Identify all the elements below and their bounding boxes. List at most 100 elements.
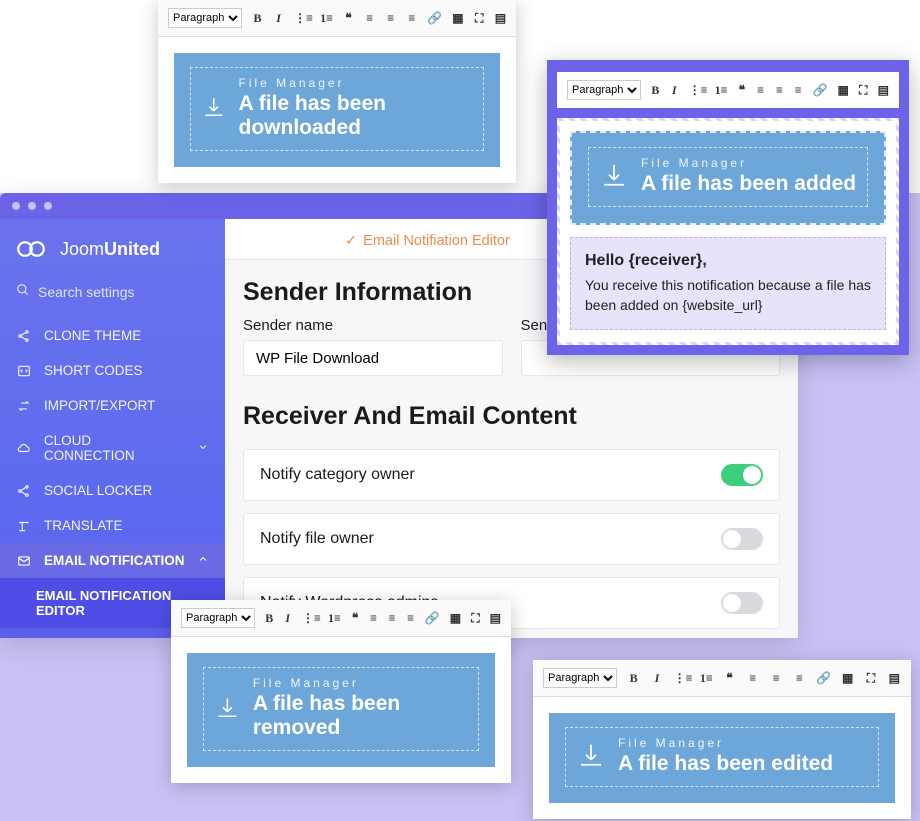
sidebar-item-social-locker[interactable]: SOCIAL LOCKER <box>0 473 225 508</box>
window-dot <box>44 202 52 210</box>
bold-icon[interactable]: B <box>651 83 660 98</box>
format-select[interactable]: Paragraph <box>543 668 617 688</box>
option-notify-cat-owner: Notify category owner <box>243 449 780 501</box>
bold-icon[interactable]: B <box>265 611 274 626</box>
align-center-icon[interactable]: ≡ <box>769 671 782 686</box>
italic-icon[interactable]: I <box>670 83 679 98</box>
align-left-icon[interactable]: ≡ <box>364 11 375 26</box>
toggle-notify-file-owner[interactable] <box>721 528 763 550</box>
option-notify-file-owner: Notify file owner <box>243 513 780 565</box>
email-headline: A file has been edited <box>618 752 833 776</box>
align-left-icon[interactable]: ≡ <box>746 671 759 686</box>
tab-label: Email Notifiation Editor <box>363 233 510 249</box>
image-icon[interactable]: ▦ <box>841 671 854 686</box>
email-card: File Manager A file has been edited <box>547 711 897 805</box>
bold-icon[interactable]: B <box>252 11 263 26</box>
quote-icon[interactable]: ❝ <box>343 11 354 26</box>
image-icon[interactable]: ▦ <box>837 83 848 98</box>
cloud-icon <box>16 441 32 455</box>
sidebar-item-cloud-connection[interactable]: CLOUD CONNECTION <box>0 423 225 473</box>
quote-icon[interactable]: ❝ <box>723 671 736 686</box>
file-manager-label: File Manager <box>253 676 468 690</box>
sidebar: JoomUnited Search settings CLONE THEME SH… <box>0 219 225 638</box>
sidebar-search[interactable]: Search settings <box>0 275 225 312</box>
number-list-icon[interactable]: 1≡ <box>320 11 333 26</box>
format-select[interactable]: Paragraph <box>567 80 641 100</box>
window-dot <box>28 202 36 210</box>
align-left-icon[interactable]: ≡ <box>756 83 765 98</box>
editor-toolbar: Paragraph BI ⋮≡ 1≡ ❝ ≡ ≡ ≡ 🔗 ▦ ⛶ ▤ <box>158 0 516 37</box>
bullet-list-icon[interactable]: ⋮≡ <box>674 671 690 686</box>
align-center-icon[interactable]: ≡ <box>388 611 397 626</box>
align-right-icon[interactable]: ≡ <box>794 83 803 98</box>
format-select[interactable]: Paragraph <box>168 8 242 28</box>
align-center-icon[interactable]: ≡ <box>775 83 784 98</box>
link-icon[interactable]: 🔗 <box>816 671 831 686</box>
italic-icon[interactable]: I <box>284 611 293 626</box>
editor-downloaded: ParagraphBI⋮≡1≡❝≡≡≡🔗▦⛶▤ File Manager A f… <box>158 0 516 183</box>
quote-icon[interactable]: ❝ <box>737 83 746 98</box>
link-icon[interactable]: 🔗 <box>813 83 828 98</box>
align-left-icon[interactable]: ≡ <box>369 611 378 626</box>
text-icon <box>16 519 32 533</box>
italic-icon[interactable]: I <box>273 11 284 26</box>
number-list-icon[interactable]: 1≡ <box>715 83 728 98</box>
email-card: File Manager A file has been removed <box>185 651 497 769</box>
search-placeholder: Search settings <box>38 284 135 300</box>
brand-name-a: Joom <box>60 239 104 259</box>
align-center-icon[interactable]: ≡ <box>385 11 396 26</box>
editor-toolbar: Paragraph BI ⋮≡ 1≡ ❝ ≡ ≡ ≡ 🔗 ▦ ⛶ ▤ <box>533 660 911 697</box>
bullet-list-icon[interactable]: ⋮≡ <box>689 83 705 98</box>
sidebar-item-email-notification[interactable]: EMAIL NOTIFICATION <box>0 543 225 578</box>
search-icon <box>16 283 30 300</box>
editor-edited: Paragraph BI ⋮≡ 1≡ ❝ ≡ ≡ ≡ 🔗 ▦ ⛶ ▤ File Manager A f… <box>533 660 911 819</box>
quote-icon[interactable]: ❝ <box>351 611 360 626</box>
fullscreen-icon[interactable]: ⛶ <box>471 611 480 626</box>
sidebar-item-label: SOCIAL LOCKER <box>44 483 152 498</box>
editor-toolbar: Paragraph BI ⋮≡ 1≡ ❝ ≡ ≡ ≡ 🔗 ▦ ⛶ ▤ <box>557 72 899 108</box>
align-right-icon[interactable]: ≡ <box>793 671 806 686</box>
toolbar-more-icon[interactable]: ▤ <box>495 11 506 26</box>
number-list-icon[interactable]: 1≡ <box>328 611 341 626</box>
number-list-icon[interactable]: 1≡ <box>700 671 713 686</box>
italic-icon[interactable]: I <box>650 671 663 686</box>
sidebar-item-translate[interactable]: TRANSLATE <box>0 508 225 543</box>
image-icon[interactable]: ▦ <box>450 611 461 626</box>
share-icon <box>16 329 32 343</box>
bold-icon[interactable]: B <box>627 671 640 686</box>
check-icon: ✓ <box>345 233 357 249</box>
format-select[interactable]: Paragraph <box>181 608 255 628</box>
sender-name-input[interactable] <box>243 340 503 376</box>
toggle-notify-cat-owner[interactable] <box>721 464 763 486</box>
fullscreen-icon[interactable]: ⛶ <box>859 83 868 98</box>
preview-body: You receive this notification because a … <box>585 276 871 315</box>
email-body-preview: Hello {receiver}, You receive this notif… <box>570 237 886 330</box>
sidebar-item-label: CLONE THEME <box>44 328 141 343</box>
link-icon[interactable]: 🔗 <box>427 11 442 26</box>
brand-logo-icon <box>16 237 52 261</box>
toolbar-more-icon[interactable]: ▤ <box>490 611 501 626</box>
bullet-list-icon[interactable]: ⋮≡ <box>302 611 318 626</box>
file-manager-label: File Manager <box>641 156 856 170</box>
align-right-icon[interactable]: ≡ <box>406 11 417 26</box>
link-icon[interactable]: 🔗 <box>425 611 440 626</box>
sidebar-item-short-codes[interactable]: SHORT CODES <box>0 353 225 388</box>
image-icon[interactable]: ▦ <box>452 11 463 26</box>
toolbar-more-icon[interactable]: ▤ <box>878 83 889 98</box>
align-right-icon[interactable]: ≡ <box>406 611 415 626</box>
toggle-notify-wp-admins[interactable] <box>721 592 763 614</box>
brand-name-b: United <box>104 239 160 259</box>
tab-email-editor[interactable]: ✓ Email Notifiation Editor <box>345 233 510 249</box>
bullet-list-icon[interactable]: ⋮≡ <box>294 11 310 26</box>
sidebar-item-import-export[interactable]: IMPORT/EXPORT <box>0 388 225 423</box>
download-icon <box>214 693 241 723</box>
sidebar-item-label: EMAIL NOTIFICATION <box>44 553 185 568</box>
fullscreen-icon[interactable]: ⛶ <box>864 671 877 686</box>
fullscreen-icon[interactable]: ⛶ <box>474 11 485 26</box>
sidebar-item-label: IMPORT/EXPORT <box>44 398 155 413</box>
editor-toolbar: Paragraph BI ⋮≡ 1≡ ❝ ≡ ≡ ≡ 🔗 ▦ ⛶ ▤ <box>171 600 511 637</box>
toolbar-more-icon[interactable]: ▤ <box>888 671 901 686</box>
section-receiver-title: Receiver And Email Content <box>225 384 798 441</box>
sidebar-item-clone-theme[interactable]: CLONE THEME <box>0 318 225 353</box>
option-label: Notify file owner <box>260 530 374 548</box>
